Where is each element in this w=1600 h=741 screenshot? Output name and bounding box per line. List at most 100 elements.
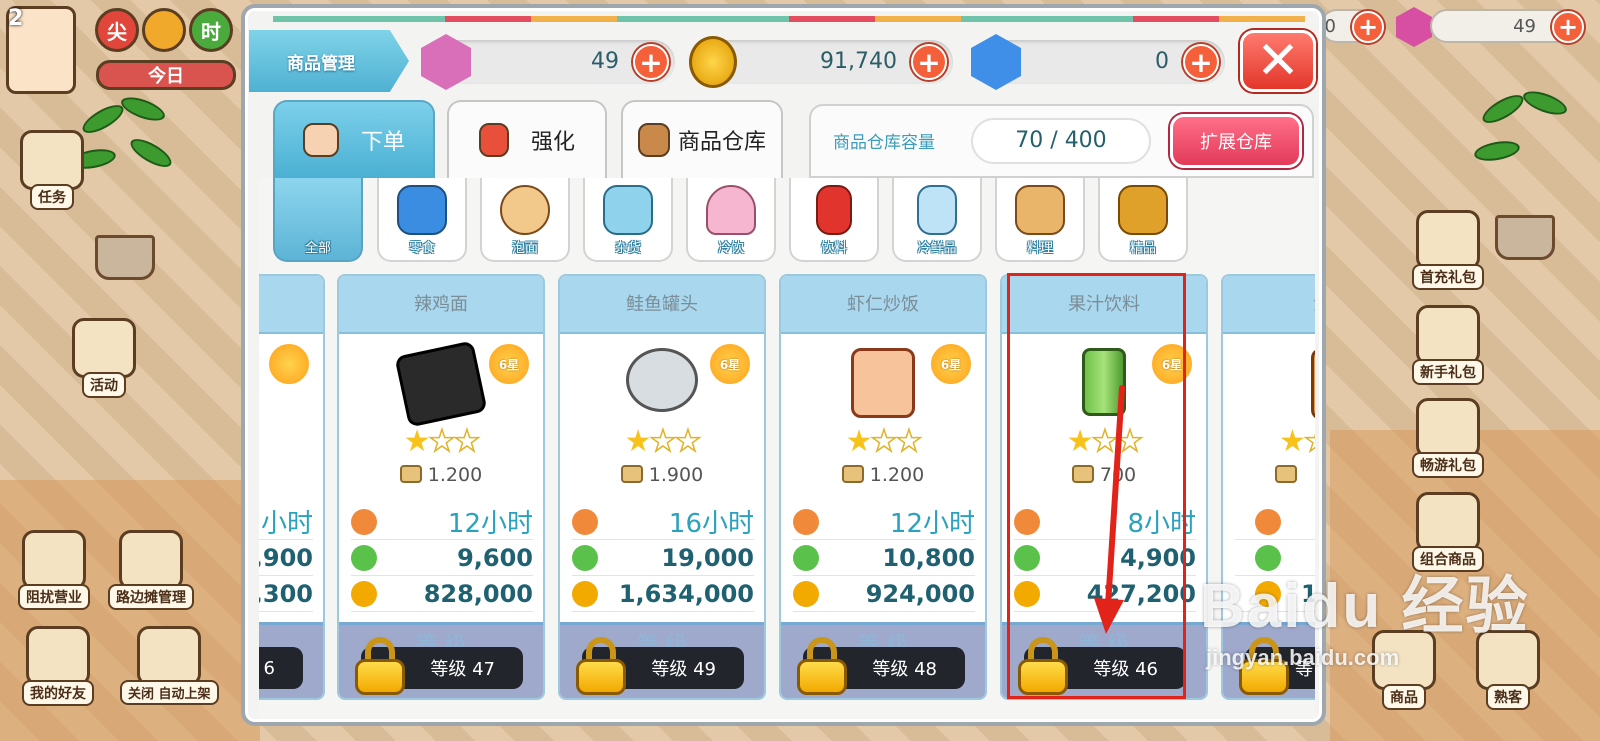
hud-button-1[interactable]: 尖 [95,8,139,52]
coin-icon [351,580,377,607]
category-beverages[interactable]: 饮料 [789,178,879,262]
coin-reward: 924,000 [793,576,975,612]
enhance-icon [478,123,509,157]
capacity-label: 商品仓库容量 [833,133,935,153]
product-card[interactable]: 虾仁炒饭 6星 ★★★ 1.200 12小时 10,800 924,000 等 … [779,274,987,700]
padlock-icon [355,637,405,695]
coin-icon [572,580,598,607]
locked-order-bar: 等 级 等级 48 [781,622,985,698]
tab-order[interactable]: 下单 [273,100,435,178]
gem-value: 49 [591,49,619,74]
calendar-icon [72,318,136,378]
coin-icon [793,580,819,607]
product-card[interactable]: 辣鸡面 6星 ★★★ 1.200 12小时 9,600 828,000 等 级 … [337,274,545,700]
coin-value: 91,740 [820,49,897,74]
dialog-title: 商品管理 [249,30,409,92]
product-card[interactable]: 鲑鱼罐头 6星 ★★★ 1.900 16小时 19,000 1,634,000 … [558,274,766,700]
robot-icon [137,626,202,686]
production-time: 12小时 [793,504,975,540]
product-name: 虾仁炒饭 [781,276,985,334]
alarm-clock-icon [351,508,377,535]
dialog-header: 商品管理 49 + 91,740 + 0 + ✕ [245,30,1322,94]
category-noodles[interactable]: 泡面 [480,178,570,262]
rank-badge [267,342,311,386]
player-hud: 2 尖 时 今日 [0,0,245,100]
treasure-chest-icon [1416,305,1480,365]
rank-badge: 6星 [929,342,973,386]
first-recharge-gift-button[interactable]: 首充礼包 [1412,210,1484,290]
level-requirement: 6 [259,647,303,689]
xp-star-icon [572,544,598,571]
tab-enhance[interactable]: 强化 [447,100,607,178]
add-diamond-button[interactable]: + [1183,44,1219,80]
travel-gift-button[interactable]: 畅游礼包 [1412,398,1484,478]
activity-menu-button[interactable]: 活动 [72,318,136,398]
category-boutique[interactable]: 精品 [1098,178,1188,262]
friend-icon [26,626,90,686]
gift-set-icon [1416,492,1480,552]
dialog-top-stripes [273,16,1305,22]
category-cooking[interactable]: 料理 [995,178,1085,262]
disrupt-business-button[interactable]: 阻扰营业 [18,530,90,610]
material-cost: 1.200 [781,464,985,486]
close-icon: ✕ [1256,31,1300,91]
soda-can-icon [816,185,852,235]
gift-box-icon [1416,210,1480,270]
rank-badge: 6星 [708,342,752,386]
category-groceries[interactable]: 杂货 [583,178,673,262]
task-menu-button[interactable]: 任务 [20,130,84,210]
material-cost [1223,464,1315,486]
player-level: 2 [8,6,24,31]
product-card[interactable]: 夫 小时 ,900 ,300 6 [259,274,325,700]
hud-button-2[interactable] [142,8,186,52]
add-coin-button[interactable]: + [911,44,947,80]
category-chilled[interactable]: 冷鲜品 [892,178,982,262]
blue-diamond-icon [971,34,1021,90]
salmon-can-image [626,348,698,412]
production-time: 12小时 [351,504,533,540]
product-name: 汉 [1223,276,1315,334]
pink-gem-icon [421,34,471,90]
today-button[interactable]: 今日 [96,60,236,90]
right-hud-plus-2[interactable]: + [1552,11,1584,43]
experience-reward: 10,800 [793,540,975,576]
experience-reward: ,900 [259,540,313,576]
milk-carton-icon [917,185,957,235]
clipboard-icon [20,130,84,190]
newbie-gift-button[interactable]: 新手礼包 [1412,305,1484,385]
tab-warehouse[interactable]: 商品仓库 [621,100,783,178]
auto-shelf-toggle[interactable]: 关闭 自动上架 [120,626,219,705]
noodle-bowl-icon [500,185,550,235]
production-time [1235,504,1315,540]
alarm-clock-icon [1255,508,1281,535]
star-rating: ★★ [1279,423,1315,460]
my-friends-button[interactable]: 我的好友 [22,626,94,706]
rank-badge: 6星 [487,342,531,386]
gold-coin-icon [689,36,737,88]
coin-reward: 1,634,000 [572,576,754,612]
category-cold-drinks[interactable]: 冷饮 [686,178,776,262]
right-hud: 0 + 49 + [1320,5,1600,47]
close-button[interactable]: ✕ [1240,30,1316,92]
padlock-icon [797,637,847,695]
xp-star-icon [351,544,377,571]
star-rating: ★★★ [624,423,702,460]
experience-reward: 9,600 [351,540,533,576]
product-name: 夫 [259,276,323,334]
crate-icon [637,123,670,157]
right-hud-plus-1[interactable]: + [1352,11,1384,43]
watermark-url: jingyan.baidu.com [1206,645,1400,670]
hud-button-3[interactable]: 时 [189,8,233,52]
add-gem-button[interactable]: + [633,44,669,80]
category-snacks[interactable]: 零食 [377,178,467,262]
expand-warehouse-button[interactable]: 扩展仓库 [1170,114,1302,168]
girl-avatar-icon [22,530,86,590]
locked-order-bar: 等 级 等级 47 [339,622,543,698]
handbag-icon [1118,185,1168,235]
category-all[interactable]: 全部 [273,178,363,262]
coin-counter: 91,740 + [689,36,953,88]
street-stall-button[interactable]: 路边摊管理 [108,530,194,610]
diamond-counter: 0 + [971,34,1225,90]
gem-counter: 49 + [421,34,675,90]
shrimp-fried-rice-image [851,348,915,418]
